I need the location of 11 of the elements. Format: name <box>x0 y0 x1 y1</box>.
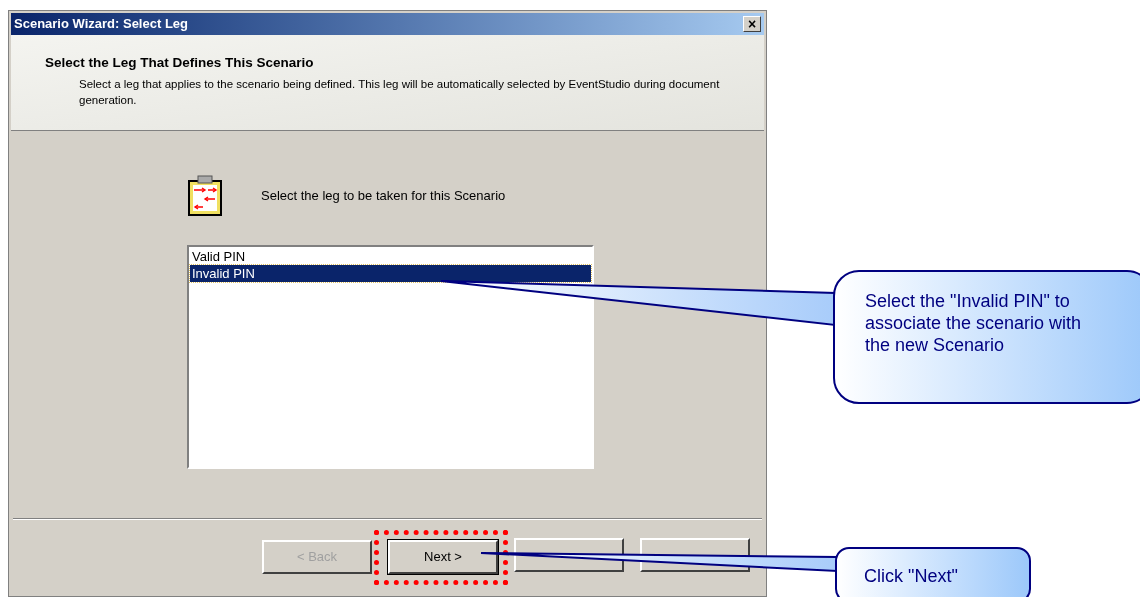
header-description: Select a leg that applies to the scenario being defined. This leg will be automatically selected by EventStudio during document generation. <box>78 77 721 109</box>
window-title: Scenario Wizard: Select Leg <box>14 15 188 34</box>
callout-text: Select the "Invalid PIN" to associate the scenario with the new Scenario <box>865 290 1083 356</box>
clipboard-icon <box>187 175 223 217</box>
close-button[interactable]: × <box>743 16 761 32</box>
callout-text: Click "Next" <box>864 566 958 586</box>
leg-list-item[interactable]: Valid PIN <box>190 248 591 265</box>
header-title: Select the Leg That Defines This Scenario <box>45 54 315 72</box>
wizard-button[interactable]: Next > <box>388 540 498 574</box>
leg-prompt: Select the leg to be taken for this Scenario <box>261 187 506 206</box>
leg-list-item[interactable]: Invalid PIN <box>190 265 591 282</box>
